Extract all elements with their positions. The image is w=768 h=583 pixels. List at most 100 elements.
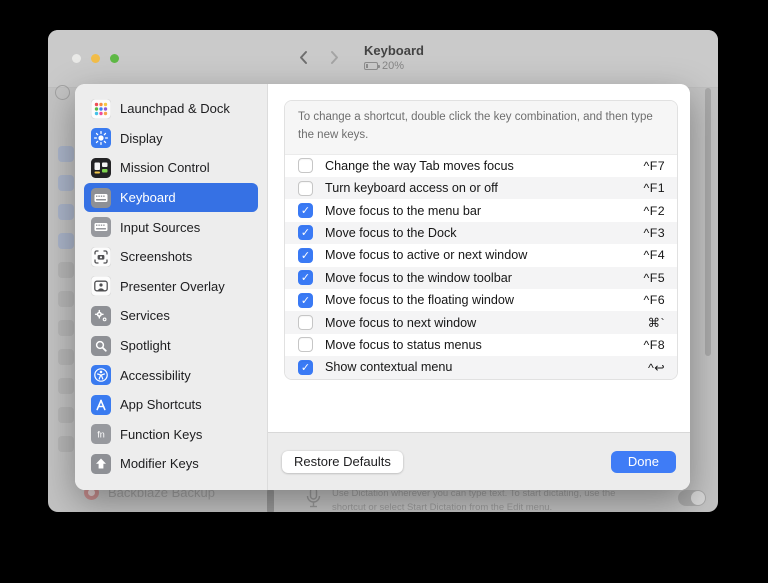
battery-icon [364,62,380,70]
shortcut-label: Change the way Tab moves focus [325,158,514,173]
launchpad-dock-icon [91,98,111,119]
dimmed-sidebar-icon [58,349,74,365]
window-title: Keyboard [364,43,424,58]
sidebar-item-screenshots[interactable]: Screenshots [84,242,258,272]
row-checkbox[interactable] [298,180,313,196]
shortcut-label: Move focus to status menus [325,337,482,352]
shortcut-row[interactable]: Turn keyboard access on or off ^F1 [285,177,677,200]
dimmed-dictation-row: Use Dictation wherever you can type text… [306,487,666,512]
shortcut-keys[interactable]: ^F5 [644,271,665,285]
sidebar-item-spotlight[interactable]: Spotlight [84,331,258,361]
sidebar-item-accessibility[interactable]: Accessibility [84,360,258,390]
shortcut-keys[interactable]: ^F6 [644,293,665,307]
shortcut-keys[interactable]: ^F4 [644,248,665,262]
dictation-description: Use Dictation wherever you can type text… [332,488,616,512]
shortcut-keys[interactable]: ^F1 [644,181,665,195]
app-shortcuts-icon [91,394,111,415]
dimmed-sidebar-icon [58,378,74,394]
shortcuts-sidebar: Launchpad & Dock Display Mission Control… [75,84,268,490]
battery-status: 20% [364,60,424,72]
shortcut-label: Move focus to the menu bar [325,203,482,218]
shortcuts-group: To change a shortcut, double click the k… [284,100,678,380]
battery-percent: 20% [382,60,405,72]
row-checkbox[interactable] [298,359,313,375]
shortcut-row[interactable]: Move focus to the window toolbar ^F5 [285,266,677,289]
shortcut-row[interactable]: Change the way Tab moves focus ^F7 [285,154,677,178]
sheet-footer: Restore Defaults Done [268,432,690,490]
sidebar-item-input-sources[interactable]: Input Sources [84,212,258,242]
sidebar-item-label: Keyboard [120,190,176,206]
row-checkbox[interactable] [298,203,313,219]
dimmed-sidebar-icon [58,146,74,162]
minimize-button-icon[interactable] [91,54,100,63]
shortcut-keys[interactable]: ^↩ [648,360,665,375]
window-scrollbar[interactable] [705,88,711,356]
dimmed-sidebar-icon [58,204,74,220]
row-checkbox[interactable] [298,247,313,263]
shortcut-label: Move focus to active or next window [325,248,528,263]
titlebar-header: Keyboard 20% [294,43,424,72]
sidebar-item-label: Mission Control [120,160,210,176]
sidebar-item-label: Presenter Overlay [120,278,225,294]
keyboard-shortcuts-sheet: Launchpad & Dock Display Mission Control… [75,84,690,490]
sidebar-item-label: Display [120,130,163,146]
zoom-button-icon[interactable] [110,54,119,63]
shortcut-row[interactable]: Move focus to the Dock ^F3 [285,221,677,245]
dimmed-sidebar-icon [58,175,74,191]
row-checkbox[interactable] [298,337,313,353]
shortcut-keys[interactable]: ^F8 [644,338,665,352]
sidebar-item-presenter-overlay[interactable]: Presenter Overlay [84,272,258,302]
function-keys-icon: fn [91,424,111,445]
shortcut-row[interactable]: Show contextual menu ^↩ [285,356,677,379]
spotlight-icon [91,335,111,356]
sidebar-item-mission-control[interactable]: Mission Control [84,153,258,183]
shortcuts-content: To change a shortcut, double click the k… [268,84,690,490]
shortcut-row[interactable]: Move focus to the floating window ^F6 [285,288,677,312]
sidebar-item-label: Screenshots [120,249,193,265]
shortcut-label: Move focus to the floating window [325,293,515,308]
sidebar-item-modifier-keys[interactable]: Modifier Keys [84,449,258,479]
titlebar: Keyboard 20% [48,30,718,88]
shortcut-keys[interactable]: ⌘` [648,315,665,330]
restore-defaults-button[interactable]: Restore Defaults [282,450,403,473]
dimmed-search-field [55,85,70,100]
close-button-icon[interactable] [72,54,81,63]
sidebar-item-services[interactable]: Services [84,301,258,331]
microphone-icon [306,487,321,512]
shortcut-row[interactable]: Move focus to next window ⌘` [285,311,677,334]
row-checkbox[interactable] [298,270,313,286]
shortcut-row[interactable]: Move focus to active or next window ^F4 [285,244,677,267]
row-checkbox[interactable] [298,315,313,331]
shortcut-keys[interactable]: ^F7 [644,159,665,173]
sidebar-item-label: Services [120,308,170,324]
shortcut-label: Move focus to the window toolbar [325,270,512,285]
sidebar-item-launchpad-dock[interactable]: Launchpad & Dock [84,94,258,124]
dimmed-sidebar-icon [58,320,74,336]
dimmed-sidebar-icon [58,291,74,307]
back-chevron-icon[interactable] [294,46,313,69]
row-checkbox[interactable] [298,158,313,174]
shortcut-label: Show contextual menu [325,360,453,375]
sidebar-item-keyboard[interactable]: Keyboard [84,182,258,213]
svg-text:fn: fn [97,430,105,440]
modifier-keys-icon [91,453,111,474]
done-button[interactable]: Done [610,450,676,473]
forward-chevron-icon[interactable] [325,46,344,69]
dictation-toggle[interactable] [678,490,706,506]
dimmed-scrollbar-pill [267,488,274,512]
row-checkbox[interactable] [298,292,313,308]
row-checkbox[interactable] [298,225,313,241]
shortcut-row[interactable]: Move focus to status menus ^F8 [285,333,677,357]
dimmed-sidebar-icon [58,233,74,249]
shortcut-keys[interactable]: ^F3 [644,226,665,240]
shortcut-label: Move focus to next window [325,315,477,330]
sidebar-item-app-shortcuts[interactable]: App Shortcuts [84,390,258,420]
sidebar-item-display[interactable]: Display [84,124,258,154]
shortcut-keys[interactable]: ^F2 [644,204,665,218]
accessibility-icon [91,365,111,386]
sidebar-item-function-keys[interactable]: fn Function Keys [84,420,258,450]
toggle-knob [691,491,705,505]
shortcut-label: Turn keyboard access on or off [325,181,498,196]
sidebar-item-label: Spotlight [120,338,171,354]
shortcut-row[interactable]: Move focus to the menu bar ^F2 [285,199,677,222]
